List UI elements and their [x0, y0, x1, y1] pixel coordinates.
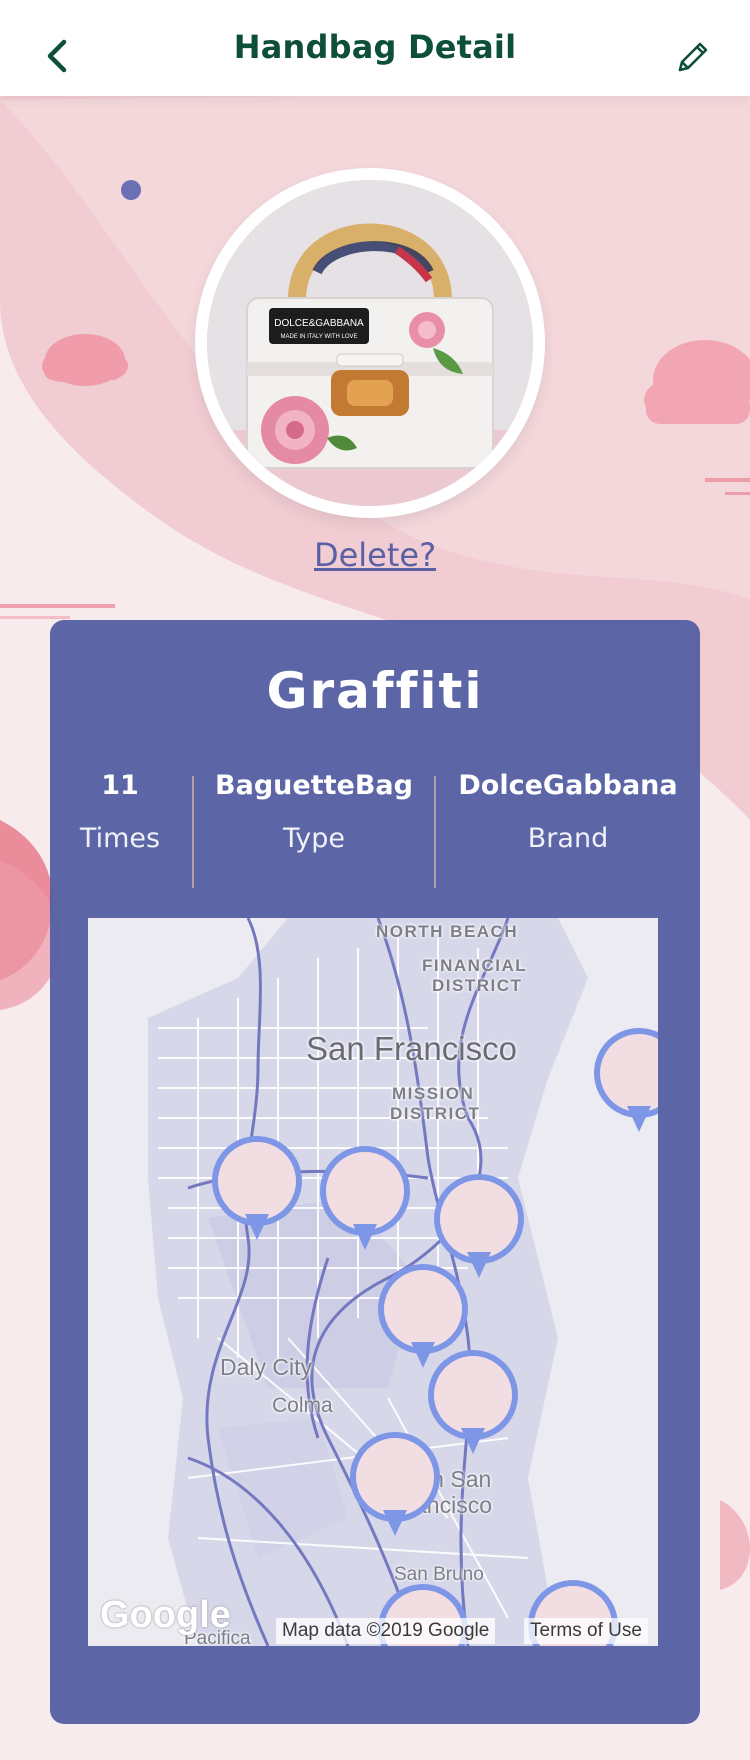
map-label-financial: FINANCIAL [422, 956, 528, 975]
map-label-mission-district: DISTRICT [390, 1104, 481, 1123]
stat-times-value: 11 [101, 770, 139, 801]
handbag-photo-icon: DOLCE&GABBANA MADE IN ITALY WITH LOVE [207, 180, 533, 506]
map-label-daly-city: Daly City [220, 1354, 313, 1380]
map-label-financial-district: DISTRICT [432, 976, 523, 995]
map-pin[interactable] [350, 1432, 440, 1536]
stat-times: 11 Times [50, 770, 190, 854]
svg-text:DOLCE&GABBANA: DOLCE&GABBANA [274, 318, 364, 329]
google-logo: Google [100, 1594, 231, 1636]
usage-map[interactable]: NORTH BEACH FINANCIAL DISTRICT San Franc… [88, 918, 658, 1646]
handbag-avatar[interactable]: DOLCE&GABBANA MADE IN ITALY WITH LOVE [207, 180, 533, 506]
map-label-san-francisco: San Francisco [306, 1030, 517, 1067]
map-pin[interactable] [594, 1028, 658, 1132]
map-pin[interactable] [212, 1136, 302, 1240]
stat-brand-value: DolceGabbana [458, 770, 678, 801]
map-label-colma: Colma [272, 1394, 333, 1417]
map-attribution: Map data ©2019 Google [276, 1618, 496, 1644]
stat-type-value: BaguetteBag [215, 770, 413, 801]
map-roads [88, 918, 658, 1646]
map-label-mission: MISSION [392, 1084, 475, 1103]
map-label-north-beach: NORTH BEACH [376, 922, 519, 941]
stat-times-label: Times [79, 823, 161, 854]
map-pin[interactable] [428, 1350, 518, 1454]
svg-text:MADE IN ITALY WITH LOVE: MADE IN ITALY WITH LOVE [280, 334, 357, 340]
edit-button[interactable] [672, 38, 712, 78]
stat-type-label: Type [282, 823, 345, 854]
map-pin[interactable] [434, 1174, 524, 1278]
map-label-san-bruno: San Bruno [394, 1564, 484, 1585]
pencil-icon [678, 42, 708, 72]
app-header: Handbag Detail [0, 0, 750, 96]
handbag-avatar-frame: DOLCE&GABBANA MADE IN ITALY WITH LOVE [195, 168, 545, 518]
map-pin[interactable] [320, 1146, 410, 1250]
terms-of-use-link[interactable]: Terms of Use [524, 1618, 648, 1644]
stat-brand-label: Brand [527, 823, 609, 854]
stat-brand: DolceGabbana Brand [436, 770, 700, 854]
stat-type: BaguetteBag Type [194, 770, 434, 854]
handbag-info-card: Graffiti 11 Times BaguetteBag Type Dolce… [50, 620, 700, 1724]
page-title: Handbag Detail [233, 28, 517, 66]
handbag-name: Graffiti [266, 662, 484, 720]
delete-link[interactable]: Delete? [0, 536, 750, 574]
